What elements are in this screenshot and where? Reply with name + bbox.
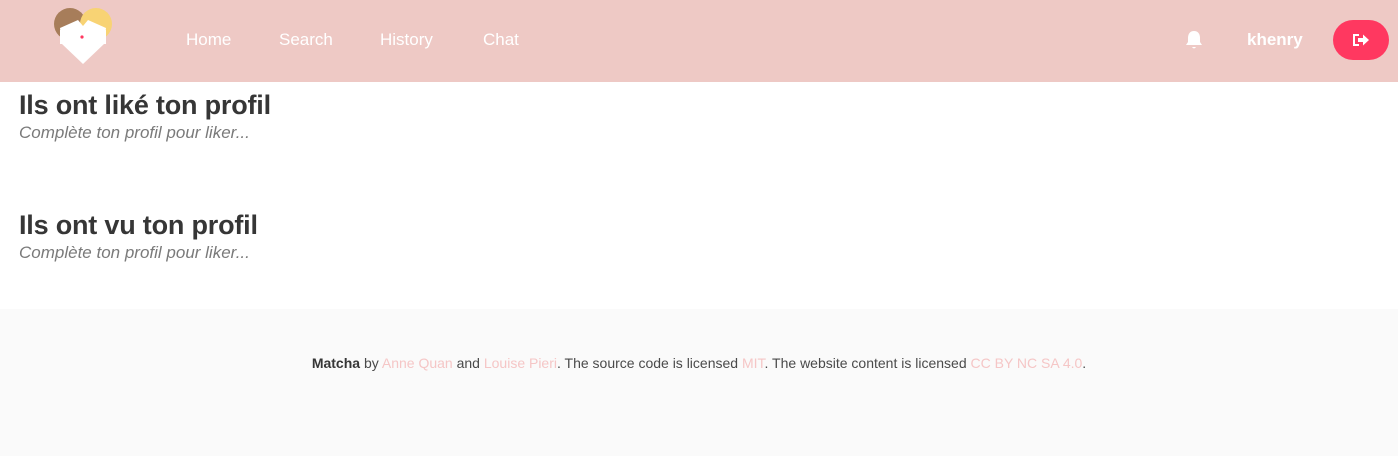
navbar: Home Search History Chat khenry xyxy=(0,0,1398,82)
footer-text: Matcha by Anne Quan and Louise Pieri. Th… xyxy=(0,354,1398,372)
matcha-logo[interactable] xyxy=(50,6,116,66)
footer-and: and xyxy=(456,355,480,371)
footer-link-mit[interactable]: MIT xyxy=(742,355,765,371)
views-message: Complète ton profil pour liker... xyxy=(19,243,250,262)
footer-link-anne-quan[interactable]: Anne Quan xyxy=(382,355,453,371)
footer-brand: Matcha xyxy=(311,355,361,371)
footer-end: . xyxy=(1082,355,1087,371)
likes-title: Ils ont liké ton profil xyxy=(19,90,271,120)
username[interactable]: khenry xyxy=(1247,30,1303,50)
logout-button[interactable] xyxy=(1333,20,1389,60)
footer-by: by xyxy=(363,355,379,371)
nav-link-search[interactable]: Search xyxy=(279,30,333,50)
nav-link-history[interactable]: History xyxy=(380,30,433,50)
views-title: Ils ont vu ton profil xyxy=(19,210,258,240)
nav-link-home[interactable]: Home xyxy=(186,30,231,50)
footer-link-louise-pieri[interactable]: Louise Pieri xyxy=(484,355,557,371)
bell-icon[interactable] xyxy=(1184,29,1204,51)
footer-link-cc-license[interactable]: CC BY NC SA 4.0 xyxy=(971,355,1083,371)
footer-content-text: . The website content is licensed xyxy=(764,355,967,371)
likes-section: Ils ont liké ton profil Complète ton pro… xyxy=(19,88,271,144)
sign-out-icon xyxy=(1353,34,1369,46)
likes-message: Complète ton profil pour liker... xyxy=(19,123,250,142)
footer: Matcha by Anne Quan and Louise Pieri. Th… xyxy=(0,309,1398,456)
footer-code-text: . The source code is licensed xyxy=(557,355,739,371)
views-section: Ils ont vu ton profil Complète ton profi… xyxy=(19,208,258,264)
nav-link-chat[interactable]: Chat xyxy=(483,30,519,50)
